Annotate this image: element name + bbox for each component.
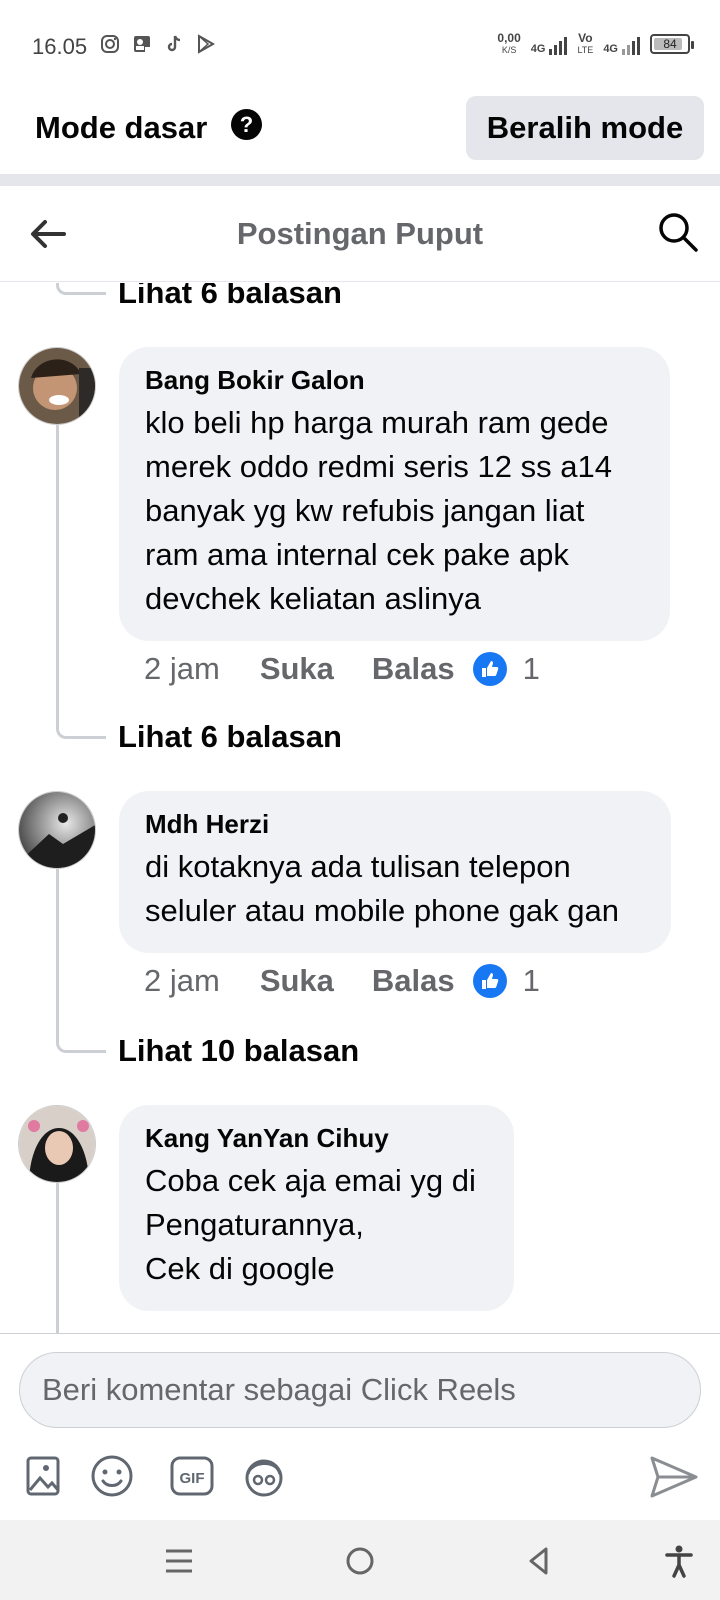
comment-bubble[interactable]: Kang YanYan Cihuy Coba cek aja emai yg d… — [119, 1105, 514, 1311]
battery-icon: 84 — [650, 34, 694, 54]
network-type-1: 4G — [530, 43, 546, 55]
thread-line — [56, 425, 59, 715]
speed-unit: K/S — [501, 45, 517, 55]
reply-button[interactable]: Balas — [372, 963, 455, 999]
thread-line — [56, 869, 59, 1029]
status-time: 16.05 — [32, 34, 88, 59]
system-nav-bar — [0, 1520, 720, 1600]
reaction-count: 1 — [522, 963, 540, 998]
svg-text:GIF: GIF — [180, 1470, 205, 1487]
thread-connector — [56, 703, 106, 739]
reply-button[interactable]: Balas — [372, 651, 455, 687]
avatar[interactable] — [18, 1105, 96, 1183]
reaction-count: 1 — [522, 651, 540, 686]
contact-app-icon — [132, 34, 152, 54]
switch-mode-button[interactable]: Beralih mode — [466, 96, 704, 160]
comment-author[interactable]: Mdh Herzi — [145, 809, 645, 839]
comment-actions: 2 jam Suka Balas 1 — [144, 963, 540, 999]
avatar[interactable] — [18, 791, 96, 869]
help-icon[interactable]: ? — [231, 109, 262, 140]
status-bar: 16.05 0,00 K/S 4G Vo LTE 4G 84 — [0, 0, 720, 90]
comment-composer: GIF — [0, 1333, 720, 1520]
menu-icon[interactable] — [162, 1544, 196, 1578]
like-button[interactable]: Suka — [260, 651, 334, 687]
mode-title: Mode dasar — [35, 110, 208, 145]
avatar[interactable] — [18, 347, 96, 425]
comment-time: 2 jam — [144, 963, 220, 998]
comment-actions: 2 jam Suka Balas 1 — [144, 651, 540, 687]
thread-connector — [56, 283, 106, 295]
back-icon[interactable] — [522, 1544, 556, 1578]
view-replies-link[interactable]: Lihat 10 balasan — [118, 1033, 359, 1069]
avatar-sticker-icon[interactable] — [240, 1452, 288, 1500]
volte-bottom: LTE — [577, 45, 594, 55]
volte-icon: Vo LTE — [577, 32, 593, 56]
signal-icon: 4G — [531, 33, 568, 55]
comment-time: 2 jam — [144, 651, 220, 686]
play-store-icon — [196, 34, 216, 54]
gif-icon[interactable]: GIF — [168, 1452, 216, 1500]
post-header: Postingan Puput — [0, 186, 720, 282]
instagram-icon — [100, 34, 120, 54]
comment-text: Coba cek aja emai yg di Pengaturannya, C… — [145, 1163, 476, 1286]
speed-value: 0,00 — [497, 31, 521, 45]
thread-line — [56, 1183, 59, 1333]
tiktok-icon — [164, 34, 184, 54]
volte-top: Vo — [578, 31, 593, 45]
comment-text: klo beli hp harga murah ram gede merek o… — [145, 405, 612, 616]
comment-author[interactable]: Bang Bokir Galon — [145, 365, 644, 395]
search-icon[interactable] — [656, 210, 700, 254]
comment-list: Lihat 6 balasan Bang Bokir Galon klo bel… — [0, 283, 720, 1333]
emoji-icon[interactable] — [88, 1452, 136, 1500]
page-title: Postingan Puput — [236, 216, 484, 251]
photo-icon[interactable] — [20, 1452, 68, 1500]
comment-text: di kotaknya ada tulisan telepon seluler … — [145, 849, 619, 928]
network-speed: 0,00 K/S — [497, 32, 520, 56]
send-icon[interactable] — [648, 1452, 700, 1502]
notification-icons — [100, 34, 216, 54]
like-reaction-icon[interactable] — [472, 964, 507, 998]
like-reaction-icon[interactable] — [472, 652, 507, 686]
comment-author[interactable]: Kang YanYan Cihuy — [145, 1123, 488, 1153]
view-replies-link[interactable]: Lihat 6 balasan — [118, 719, 342, 755]
view-replies-link[interactable]: Lihat 6 balasan — [118, 283, 342, 311]
comment-input[interactable] — [19, 1352, 701, 1428]
system-status: 0,00 K/S 4G Vo LTE 4G 84 — [497, 32, 694, 56]
mode-bar: Mode dasar ? Beralih mode — [0, 90, 720, 174]
like-button[interactable]: Suka — [260, 963, 334, 999]
signal-icon-2: 4G — [603, 33, 640, 55]
thread-connector — [56, 1013, 106, 1053]
comment-bubble[interactable]: Bang Bokir Galon klo beli hp harga murah… — [119, 347, 670, 641]
comment-bubble[interactable]: Mdh Herzi di kotaknya ada tulisan telepo… — [119, 791, 671, 953]
network-type-2: 4G — [603, 43, 618, 55]
accessibility-icon[interactable] — [662, 1544, 696, 1578]
battery-percent: 84 — [663, 37, 677, 51]
home-icon[interactable] — [343, 1544, 377, 1578]
divider — [0, 174, 720, 186]
